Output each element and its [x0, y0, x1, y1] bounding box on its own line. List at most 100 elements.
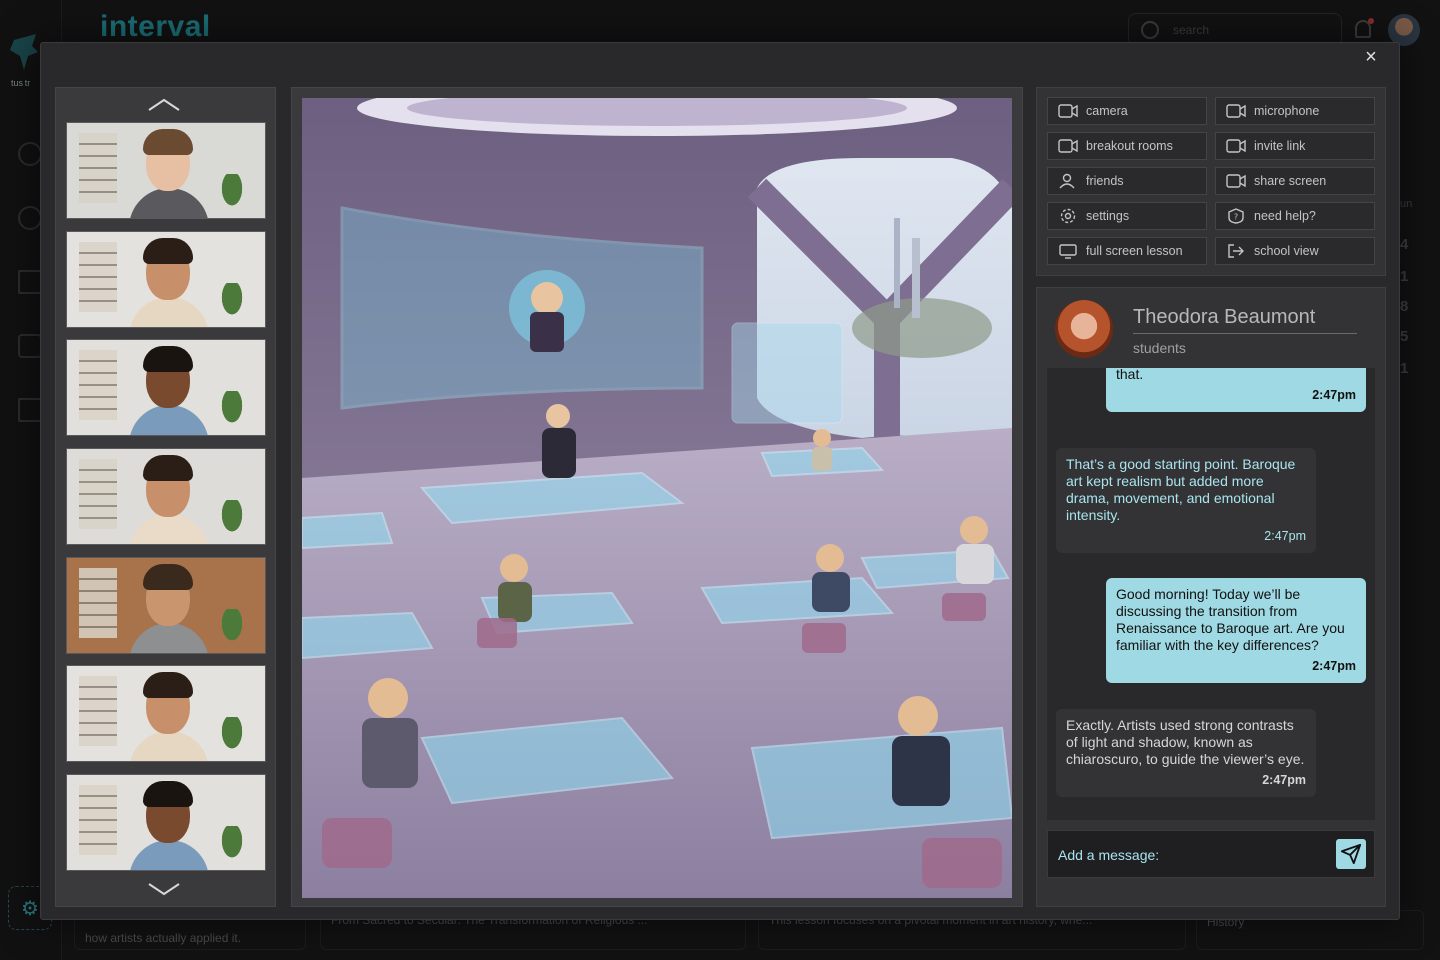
camera-icon: [1058, 103, 1078, 119]
participant-video-tile[interactable]: [66, 665, 266, 762]
outgoing-message: that. 2:47pm: [1106, 368, 1366, 412]
controls-panel: camera microphone breakout rooms invite lin…: [1036, 87, 1386, 276]
message-input[interactable]: [1058, 843, 1328, 867]
send-icon: [1340, 843, 1362, 865]
bg-right-column: un 4 1 8 5 1: [1398, 60, 1440, 960]
control-label: friends: [1086, 174, 1124, 188]
search-icon: [1141, 21, 1159, 39]
control-label: settings: [1086, 209, 1130, 223]
building-icon[interactable]: [18, 398, 42, 422]
send-button[interactable]: [1336, 839, 1366, 869]
chevron-up-icon: [148, 98, 180, 111]
microphone-button[interactable]: microphone: [1215, 97, 1375, 125]
share-button[interactable]: share screen: [1215, 167, 1375, 195]
graduation-icon[interactable]: [18, 334, 42, 358]
bg-search-placeholder: search: [1173, 23, 1210, 37]
participant-hair: [143, 346, 193, 372]
bg-right-value: 4: [1400, 236, 1409, 253]
camera-icon: [1058, 138, 1078, 154]
participant-video-tile[interactable]: [66, 231, 266, 328]
video-plant: [219, 391, 245, 427]
message-time: 2:47pm: [1312, 388, 1356, 402]
camera-icon: [1226, 173, 1246, 189]
friends-button[interactable]: friends: [1047, 167, 1207, 195]
virtual-classroom-illustration: [302, 98, 1012, 898]
brand-title: interval: [100, 10, 211, 43]
control-label: camera: [1086, 104, 1128, 118]
outgoing-message: Good morning! Today we’ll be discussing …: [1106, 578, 1366, 683]
video-shelf: [79, 133, 117, 203]
notification-dot: [1368, 18, 1374, 24]
control-label: share screen: [1254, 174, 1327, 188]
message-text: That’s a good starting point. Baroque ar…: [1066, 456, 1296, 523]
screen-icon: [1058, 243, 1078, 259]
participant-hair: [143, 781, 193, 807]
participant-hair: [143, 564, 193, 590]
bg-right-value: un: [1400, 198, 1413, 210]
control-label: school view: [1254, 244, 1319, 258]
video-plant: [219, 826, 245, 862]
camera-button[interactable]: camera: [1047, 97, 1207, 125]
close-button[interactable]: ×: [1359, 45, 1383, 69]
control-label: need help?: [1254, 209, 1316, 223]
invite-button[interactable]: invite link: [1215, 132, 1375, 160]
virtual-classroom-image: [302, 98, 1012, 898]
notification-bell-icon[interactable]: [1355, 18, 1374, 38]
participant-hair: [143, 238, 193, 264]
settings-button[interactable]: settings: [1047, 202, 1207, 230]
participant-video-tile[interactable]: [66, 557, 266, 654]
control-label: breakout rooms: [1086, 139, 1173, 153]
lesson-scene-panel: [291, 87, 1023, 907]
video-shelf: [79, 676, 117, 746]
participant-hair: [143, 129, 193, 155]
scroll-down-button[interactable]: [146, 880, 182, 898]
help-icon: ?: [1226, 208, 1246, 224]
breakout-button[interactable]: breakout rooms: [1047, 132, 1207, 160]
contact-avatar: [1055, 300, 1113, 358]
video-shelf: [79, 568, 117, 638]
participant-hair: [143, 455, 193, 481]
message-time: 2:47pm: [1262, 773, 1306, 787]
incoming-message: Exactly. Artists used strong contrasts o…: [1056, 709, 1316, 797]
exit-icon: [1226, 243, 1246, 259]
participants-panel: [55, 87, 276, 907]
video-shelf: [79, 459, 117, 529]
bg-right-value: 5: [1400, 328, 1409, 345]
control-label: microphone: [1254, 104, 1320, 118]
participant-video-tile[interactable]: [66, 774, 266, 871]
participant-video-tile[interactable]: [66, 339, 266, 436]
video-plant: [219, 500, 245, 536]
contact-role: students: [1133, 340, 1186, 356]
control-label: invite link: [1254, 139, 1306, 153]
participant-hair: [143, 672, 193, 698]
message-text: Exactly. Artists used strong contrasts o…: [1066, 717, 1305, 767]
message-list[interactable]: that. 2:47pm That’s a good starting point.…: [1047, 368, 1375, 820]
clock-icon[interactable]: [18, 142, 42, 166]
chevron-down-icon: [148, 883, 180, 896]
participant-video-tile[interactable]: [66, 122, 266, 219]
message-composer: [1047, 830, 1375, 878]
user-icon: [1058, 173, 1078, 189]
bg-right-value: 8: [1400, 298, 1409, 315]
message-time: 2:47pm: [1264, 529, 1306, 543]
fullscreen-button[interactable]: full screen lesson: [1047, 237, 1207, 265]
participant-video-tile[interactable]: [66, 448, 266, 545]
tree-icon[interactable]: [18, 270, 42, 294]
scroll-up-button[interactable]: [146, 96, 182, 114]
video-plant: [219, 283, 245, 319]
svg-text:?: ?: [1234, 213, 1238, 222]
timer-icon[interactable]: [18, 206, 42, 230]
video-shelf: [79, 785, 117, 855]
classroom-modal: × camera microphone breakout rooms invit…: [40, 42, 1400, 920]
gear-icon: [1058, 208, 1078, 224]
help-button[interactable]: ? need help?: [1215, 202, 1375, 230]
app-logo-icon: [10, 34, 38, 70]
incoming-message: That’s a good starting point. Baroque ar…: [1056, 448, 1316, 553]
video-shelf: [79, 350, 117, 420]
bg-right-value: 1: [1400, 360, 1409, 377]
camera-icon: [1226, 138, 1246, 154]
contact-name: Theodora Beaumont: [1133, 306, 1316, 328]
bg-right-value: 1: [1400, 268, 1409, 285]
school-button[interactable]: school view: [1215, 237, 1375, 265]
message-time: 2:47pm: [1312, 659, 1356, 673]
